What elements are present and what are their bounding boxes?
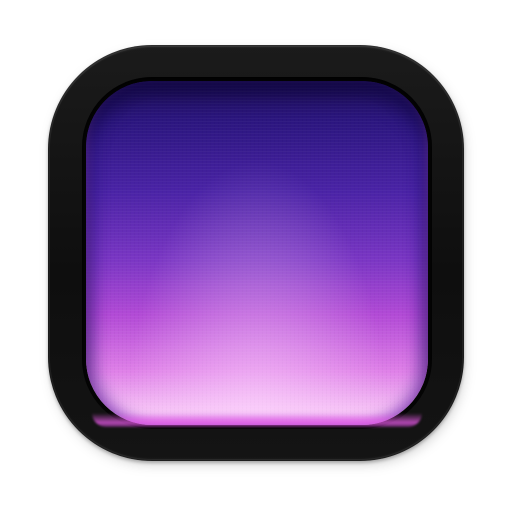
gradient-screen bbox=[86, 81, 428, 425]
screen-texture bbox=[86, 81, 428, 425]
screen-glass-shading bbox=[86, 81, 428, 425]
icon-canvas bbox=[0, 0, 512, 512]
app-icon[interactable] bbox=[48, 45, 464, 461]
